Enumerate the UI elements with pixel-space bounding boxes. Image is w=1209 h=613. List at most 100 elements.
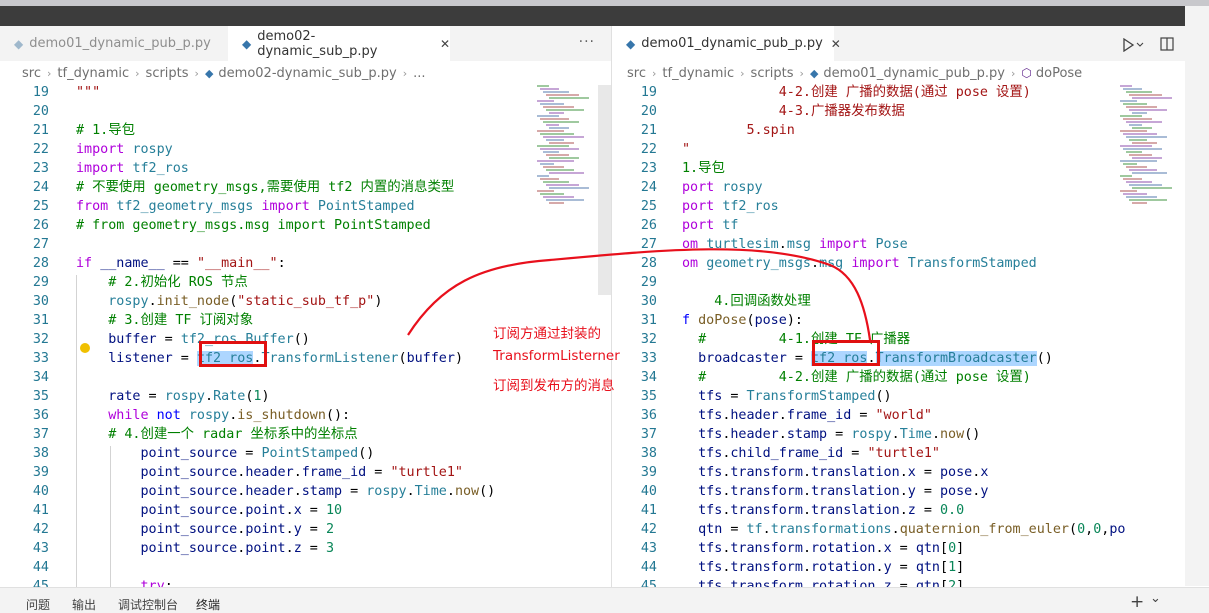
breadcrumb-item[interactable]: src <box>627 66 646 81</box>
minimap[interactable] <box>537 85 599 205</box>
code-line[interactable]: 45 tfs.transform.rotation.z = qtn[2] <box>612 577 1185 587</box>
code-line[interactable]: 43 point_source.point.z = 3 <box>0 539 611 558</box>
line-number: 28 <box>32 256 49 271</box>
breadcrumb-item[interactable]: ... <box>413 66 425 81</box>
code-line[interactable]: 26 # from geometry_msgs.msg import PointS… <box>0 216 611 235</box>
code-line[interactable]: 38 tfs.child_frame_id = "turtle1" <box>612 444 1185 463</box>
code-line[interactable]: 37 # 4.创建一个 radar 坐标系中的坐标点 <box>0 425 611 444</box>
code-line[interactable]: 41 tfs.transform.translation.z = 0.0 <box>612 501 1185 520</box>
tab-problems[interactable]: 问题 <box>26 596 50 613</box>
minimap-line <box>1126 181 1152 183</box>
minimap-line <box>540 88 559 90</box>
code-line[interactable]: 24 port rospy <box>612 178 1185 197</box>
code-line[interactable]: 43 tfs.transform.rotation.x = qtn[0] <box>612 539 1185 558</box>
code-line[interactable]: 42 point_source.point.y = 2 <box>0 520 611 539</box>
code-text: tfs.transform.rotation.y = qtn[1] <box>698 560 965 575</box>
tab-terminal[interactable]: 终端 <box>196 596 220 613</box>
code-line[interactable]: 19 """ <box>0 83 611 102</box>
tab-demo02-left[interactable]: ◆ demo02-dynamic_sub_p.py ✕ <box>228 26 450 61</box>
breadcrumb-item[interactable]: src <box>22 66 41 81</box>
minimap-line <box>1132 202 1147 204</box>
line-number: 39 <box>640 465 657 480</box>
code-line[interactable]: 21 5.spin <box>612 121 1185 140</box>
code-line[interactable]: 41 point_source.point.x = 10 <box>0 501 611 520</box>
tab-debug-console[interactable]: 调试控制台 <box>118 596 178 613</box>
code-text: rospy.init_node("static_sub_tf_p") <box>108 294 383 309</box>
line-number: 32 <box>32 332 49 347</box>
code-line[interactable]: 23 1.导包 <box>612 159 1185 178</box>
minimap-line <box>540 163 554 165</box>
close-icon[interactable]: ✕ <box>440 37 450 51</box>
code-line[interactable]: 20 4-3.广播器发布数据 <box>612 102 1185 121</box>
minimap-line <box>546 199 584 201</box>
minimap[interactable] <box>1120 85 1182 205</box>
minimap-line <box>549 142 574 144</box>
minimap-line <box>1120 100 1137 102</box>
run-icon[interactable] <box>1122 38 1144 52</box>
line-number: 40 <box>32 484 49 499</box>
minimap-line <box>549 172 584 174</box>
tab-output[interactable]: 输出 <box>72 596 96 613</box>
code-line[interactable]: 38 point_source = PointStamped() <box>0 444 611 463</box>
code-line[interactable]: 44 tfs.transform.rotation.y = qtn[1] <box>612 558 1185 577</box>
code-line[interactable]: 40 tfs.transform.translation.y = pose.y <box>612 482 1185 501</box>
minimap-line <box>1123 88 1142 90</box>
code-line[interactable]: 22 " <box>612 140 1185 159</box>
breadcrumb-item[interactable]: scripts <box>751 66 794 81</box>
code-line[interactable]: 24 # 不要使用 geometry_msgs,需要使用 tf2 内置的消息类型 <box>0 178 611 197</box>
code-line[interactable]: 44 <box>0 558 611 577</box>
breadcrumb-item[interactable]: tf_dynamic <box>662 66 734 81</box>
add-terminal-icon[interactable]: + <box>1130 592 1144 612</box>
code-line[interactable]: 33 broadcaster = tf2_ros.TransformBroadc… <box>612 349 1185 368</box>
line-number: 24 <box>32 180 49 195</box>
bottom-panel-tabs: 问题 输出 调试控制台 终端 + ⌄ <box>0 587 1209 613</box>
code-line[interactable]: 19 4-2.创建 广播的数据(通过 pose 设置) <box>612 83 1185 102</box>
tab-demo01-left[interactable]: ◆ demo01_dynamic_pub_p.py <box>0 26 228 61</box>
line-number: 38 <box>32 446 49 461</box>
minimap-line <box>540 193 564 195</box>
breadcrumb-item[interactable]: doPose <box>1036 66 1082 81</box>
minimap-line <box>540 118 569 120</box>
minimap-line <box>543 196 574 198</box>
breadcrumb-item[interactable]: tf_dynamic <box>57 66 129 81</box>
code-line[interactable]: 25 from tf2_geometry_msgs import PointSta… <box>0 197 611 216</box>
more-actions-icon[interactable]: ··· <box>579 34 595 50</box>
indent-guide <box>110 446 111 587</box>
highlight-box-listener <box>199 341 267 367</box>
code-line[interactable]: 40 point_source.header.stamp = rospy.Tim… <box>0 482 611 501</box>
breadcrumb-item[interactable]: scripts <box>146 66 189 81</box>
code-line[interactable]: 35 tfs = TransformStamped() <box>612 387 1185 406</box>
chevron-down-icon[interactable]: ⌄ <box>1150 591 1161 606</box>
code-line[interactable]: 22 import rospy <box>0 140 611 159</box>
line-number: 45 <box>640 579 657 587</box>
lightbulb-icon[interactable] <box>80 343 90 353</box>
code-line[interactable]: 39 point_source.header.frame_id = "turtl… <box>0 463 611 482</box>
code-line[interactable]: 42 qtn = tf.transformations.quaternion_f… <box>612 520 1185 539</box>
line-number: 36 <box>640 408 657 423</box>
line-number: 35 <box>640 389 657 404</box>
code-line[interactable]: 36 tfs.header.frame_id = "world" <box>612 406 1185 425</box>
minimap-line <box>1123 178 1142 180</box>
code-line[interactable]: 21 # 1.导包 <box>0 121 611 140</box>
line-number: 41 <box>640 503 657 518</box>
code-line[interactable]: 20 <box>0 102 611 121</box>
code-line[interactable]: 45 try: <box>0 577 611 587</box>
close-icon[interactable]: ✕ <box>831 37 841 51</box>
breadcrumb-item[interactable]: demo01_dynamic_pub_p.py <box>823 66 1005 81</box>
code-line[interactable]: 34 # 4-2.创建 广播的数据(通过 pose 设置) <box>612 368 1185 387</box>
code-line[interactable]: 39 tfs.transform.translation.x = pose.x <box>612 463 1185 482</box>
code-text: # 1.导包 <box>76 123 136 138</box>
line-number: 41 <box>32 503 49 518</box>
code-line[interactable]: 25 port tf2_ros <box>612 197 1185 216</box>
code-line[interactable]: 36 while not rospy.is_shutdown(): <box>0 406 611 425</box>
line-number: 42 <box>32 522 49 537</box>
code-line[interactable]: 23 import tf2_ros <box>0 159 611 178</box>
code-line[interactable]: 26 port tf <box>612 216 1185 235</box>
tab-demo01-right[interactable]: ◆ demo01_dynamic_pub_p.py ✕ <box>612 26 841 61</box>
code-line[interactable]: 37 tfs.header.stamp = rospy.Time.now() <box>612 425 1185 444</box>
breadcrumb-item[interactable]: demo02-dynamic_sub_p.py <box>218 66 396 81</box>
annotation-text-3: 订阅到发布方的消息 <box>493 378 615 394</box>
split-editor-icon[interactable] <box>1160 37 1174 51</box>
line-number: 45 <box>32 579 49 587</box>
line-number: 35 <box>32 389 49 404</box>
